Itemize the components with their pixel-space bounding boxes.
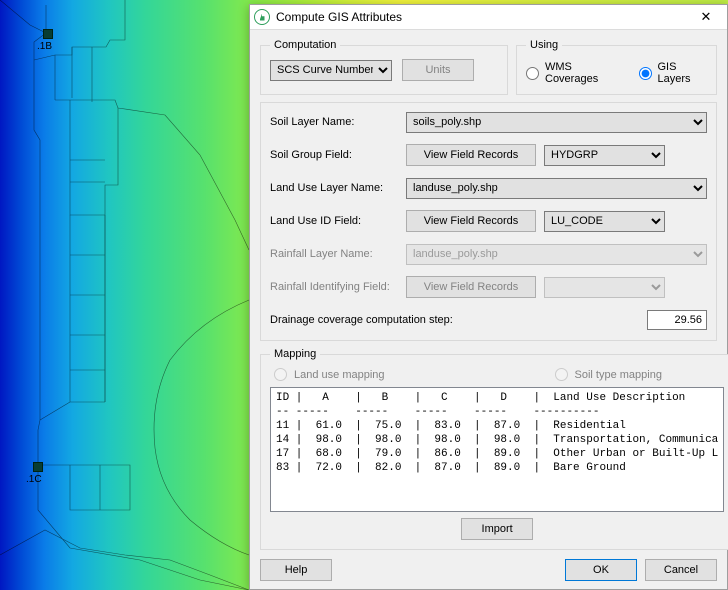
landuse-mapping-radio: Land use mapping [274,368,385,381]
rainfall-field-select [544,277,665,298]
using-gis-radio[interactable]: GIS Layers [639,61,708,85]
computation-legend: Computation [270,39,340,51]
close-button[interactable]: ✕ [689,6,723,28]
map-node-1c [33,462,43,472]
import-button[interactable]: Import [461,518,533,540]
fields-group: Soil Layer Name: soils_poly.shp Soil Gro… [260,102,717,341]
computation-select[interactable]: SCS Curve Numbers [270,60,392,81]
drainage-label: Drainage coverage computation step: [270,314,647,326]
view-field-records-soil[interactable]: View Field Records [406,144,536,166]
button-bar: Help OK Cancel [260,557,717,581]
using-wms-radio[interactable]: WMS Coverages [526,61,621,85]
soil-mapping-label: Soil type mapping [575,369,662,381]
using-gis-label: GIS Layers [658,61,708,85]
rainfall-layer-select: landuse_poly.shp [406,244,707,265]
view-field-records-landuse[interactable]: View Field Records [406,210,536,232]
using-group: Using WMS Coverages GIS Layers [516,39,717,95]
rainfall-layer-label: Rainfall Layer Name: [270,248,406,260]
map-label-1b: .1B [37,41,52,52]
landuse-mapping-label: Land use mapping [294,369,385,381]
using-wms-label: WMS Coverages [545,61,621,85]
dialog-title: Compute GIS Attributes [276,10,689,24]
mapping-legend: Mapping [270,348,320,360]
close-icon: ✕ [701,9,712,25]
ok-button[interactable]: OK [565,559,637,581]
help-button[interactable]: Help [260,559,332,581]
soil-mapping-radio: Soil type mapping [555,368,662,381]
landuse-layer-label: Land Use Layer Name: [270,182,406,194]
titlebar[interactable]: Compute GIS Attributes ✕ [250,5,727,30]
landuse-id-label: Land Use ID Field: [270,215,406,227]
dialog-content: Computation SCS Curve Numbers Units Usin… [250,30,727,589]
soil-group-label: Soil Group Field: [270,149,406,161]
landuse-layer-select[interactable]: landuse_poly.shp [406,178,707,199]
drainage-input[interactable] [647,310,707,330]
landuse-id-select[interactable]: LU_CODE [544,211,665,232]
soil-layer-select[interactable]: soils_poly.shp [406,112,707,133]
using-legend: Using [526,39,562,51]
map-label-1c: .1C [26,474,42,485]
units-button: Units [402,59,474,81]
app-icon [254,9,270,25]
view-field-records-rainfall: View Field Records [406,276,536,298]
map-node-1b [43,29,53,39]
mapping-group: Mapping Land use mapping Soil type mappi… [260,348,728,550]
cancel-button[interactable]: Cancel [645,559,717,581]
rainfall-field-label: Rainfall Identifying Field: [270,281,406,293]
computation-group: Computation SCS Curve Numbers Units [260,39,508,95]
soil-group-select[interactable]: HYDGRP [544,145,665,166]
soil-layer-label: Soil Layer Name: [270,116,406,128]
mapping-listing[interactable]: ID | A | B | C | D | Land Use Descriptio… [270,387,724,512]
dialog-compute-gis-attributes: Compute GIS Attributes ✕ Computation SCS… [249,4,728,590]
